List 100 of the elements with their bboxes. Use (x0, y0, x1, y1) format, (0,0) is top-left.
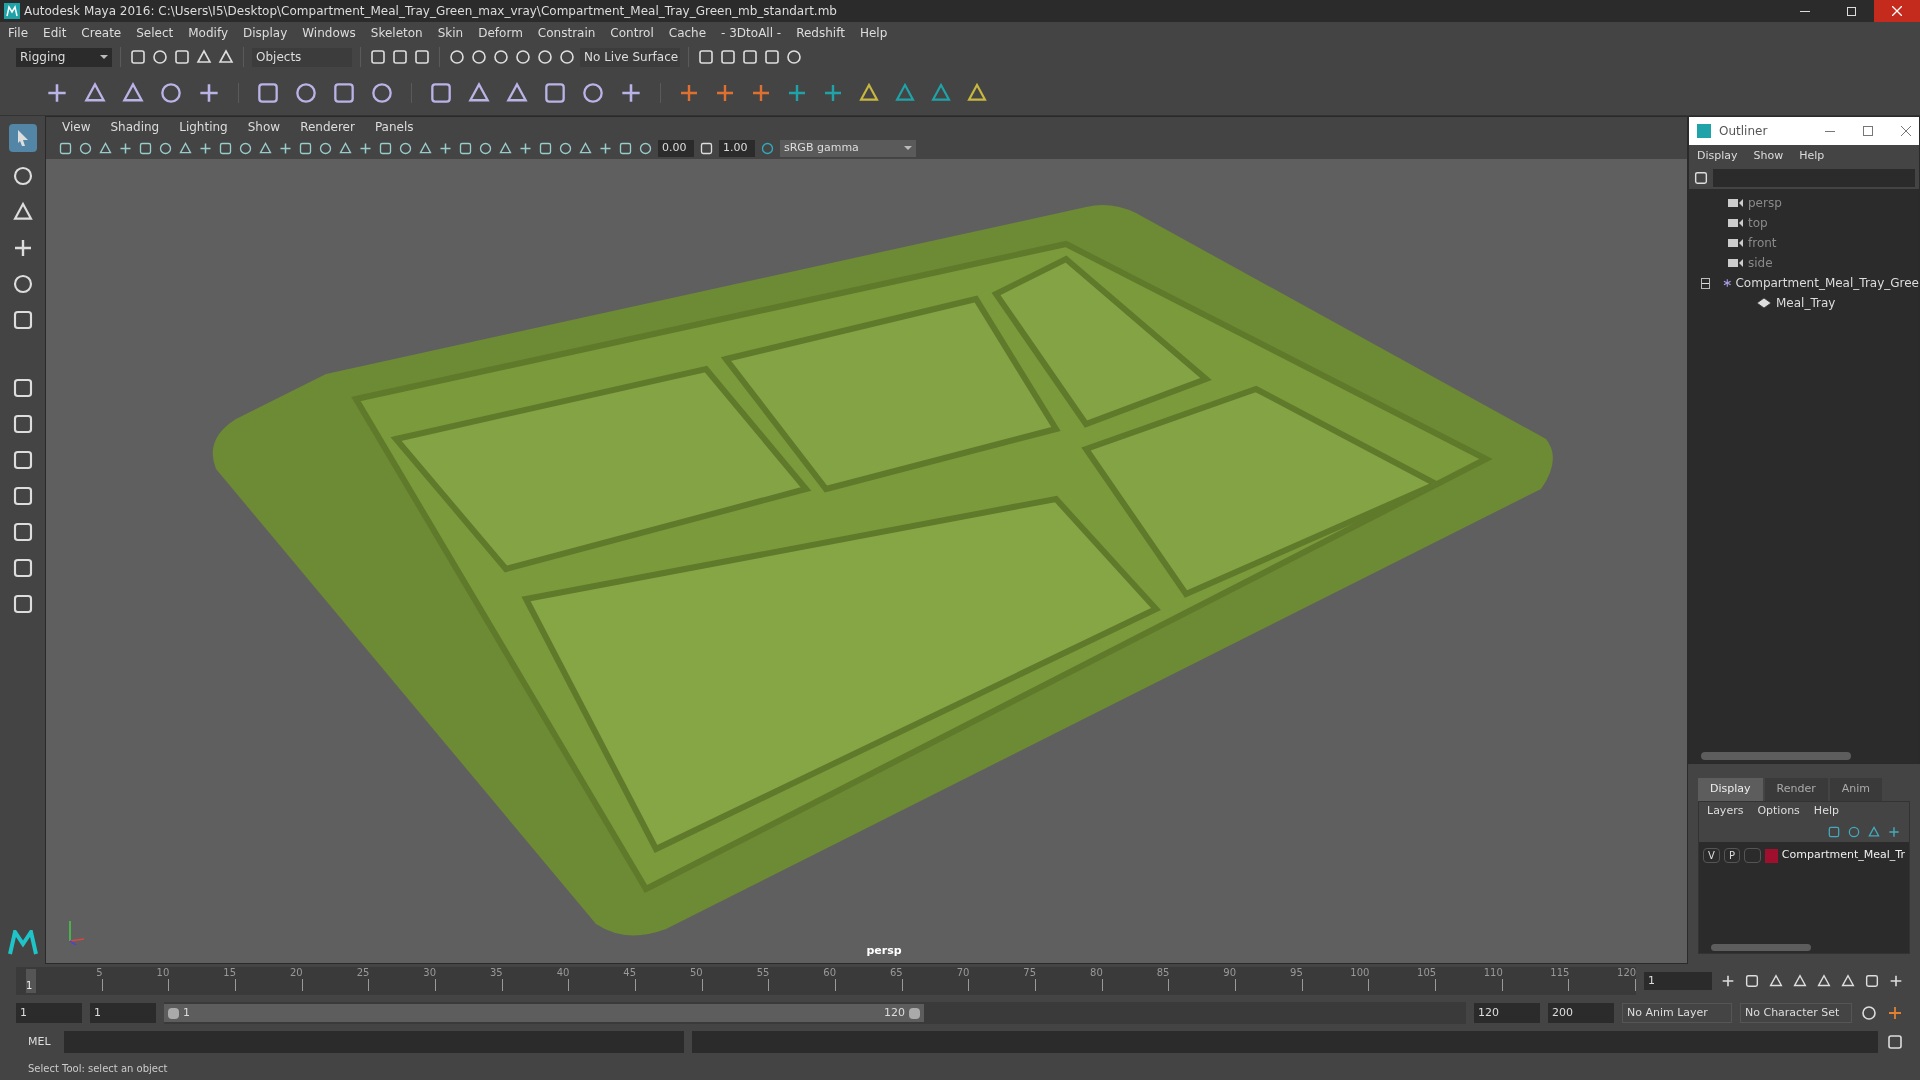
layer-color-swatch[interactable] (1765, 848, 1778, 863)
layer-tab[interactable]: Render (1764, 778, 1828, 801)
frame-tick-label: 75 (1023, 967, 1037, 979)
layer-tab[interactable]: Anim (1829, 778, 1882, 801)
menu-item[interactable]: Constrain (537, 24, 596, 42)
command-language-label[interactable]: MEL (16, 1033, 56, 1051)
menu-item[interactable]: Skeleton (370, 24, 423, 42)
outliner-item[interactable]: Meal_Tray (1776, 294, 1836, 312)
frame-tick-label: 65 (890, 967, 903, 979)
menu-item[interactable]: Redshift (796, 24, 845, 42)
menu-item[interactable]: Deform (478, 24, 523, 42)
menu-item[interactable]: Edit (43, 24, 67, 42)
playback-toggle[interactable]: P (1723, 848, 1741, 863)
menu-item[interactable]: Select (136, 24, 174, 42)
start-frame-field[interactable]: 1 (16, 1003, 82, 1023)
gamma-field[interactable]: 1.00 (719, 139, 755, 157)
minimize-icon[interactable] (1825, 130, 1835, 132)
outliner-menu-item[interactable]: Display (1697, 147, 1738, 165)
app-logo-icon (1697, 124, 1711, 138)
menu-item[interactable]: File (8, 24, 29, 42)
frame-tick-label: 55 (756, 967, 770, 979)
end-frame-field[interactable]: 200 (1548, 1003, 1614, 1023)
playback-end-field[interactable]: 120 (1474, 1003, 1540, 1023)
outliner-item[interactable]: Compartment_Meal_Tray_Gree (1735, 274, 1919, 292)
app-logo-icon (4, 3, 20, 19)
command-input-field[interactable] (64, 1031, 684, 1053)
camera-icon (1728, 238, 1744, 248)
camera-icon (1728, 218, 1744, 228)
app-logo-icon (7, 930, 38, 956)
frame-tick-label: 45 (623, 967, 637, 979)
outliner-item[interactable]: persp (1748, 194, 1782, 212)
maximize-icon[interactable] (1863, 126, 1873, 136)
frame-tick-label: 10 (156, 967, 170, 979)
panel-menu-item[interactable]: Show (247, 118, 281, 136)
outliner-item[interactable]: top (1748, 214, 1768, 232)
panel-menu-item[interactable]: View (62, 118, 91, 136)
layer-menu-item[interactable]: Help (1813, 803, 1839, 820)
menu-item[interactable]: Create (81, 24, 122, 42)
menu-item[interactable]: Skin (437, 24, 464, 42)
layer-menu-item[interactable]: Layers (1707, 803, 1744, 820)
anim-layer-dropdown[interactable]: No Anim Layer (1622, 1003, 1732, 1023)
panel-menu-item[interactable]: Lighting (179, 118, 228, 136)
mesh-icon (1756, 297, 1772, 309)
menu-item[interactable]: Modify (188, 24, 228, 42)
outliner-item[interactable]: front (1748, 234, 1777, 252)
color-space-dropdown[interactable]: sRGB gamma (780, 139, 916, 157)
panel-menu-item[interactable]: Renderer (300, 118, 355, 136)
frame-tick-label: 35 (489, 967, 503, 979)
window-title: Autodesk Maya 2016: C:\Users\I5\Desktop\Compartment_Meal_Tray_Green_max_vray\Compartment_Meal_Tray_Green_mb_standart.mb (24, 3, 837, 20)
menu-set-dropdown[interactable]: Rigging (16, 47, 112, 67)
character-set-dropdown[interactable]: No Character Set (1740, 1003, 1852, 1023)
frame-tick-label: 70 (956, 967, 970, 979)
menu-item[interactable]: Help (859, 24, 888, 42)
search-field[interactable] (1713, 169, 1915, 187)
reference-toggle[interactable] (1744, 848, 1761, 863)
menu-item[interactable]: Display (243, 24, 288, 42)
camera-label: persp (866, 942, 902, 959)
menu-item[interactable]: Windows (302, 24, 356, 42)
menu-item[interactable]: Cache (668, 24, 707, 42)
panel-menu-item[interactable]: Panels (374, 118, 414, 136)
horizontal-scrollbar[interactable] (1699, 941, 1909, 953)
layer-name[interactable]: Compartment_Meal_Tr (1781, 847, 1905, 864)
frame-tick-label: 5 (96, 967, 103, 979)
select-tool-button[interactable] (8, 124, 37, 152)
frame-tick-label: 20 (289, 967, 303, 979)
frame-tick-label: 80 (1090, 967, 1103, 979)
current-frame-marker[interactable]: 1 (26, 969, 36, 993)
range-slider-bar[interactable]: 1 120 (164, 1004, 924, 1022)
asterisk-icon (1722, 276, 1732, 290)
outliner-item[interactable]: side (1748, 254, 1773, 272)
layer-menu-item[interactable]: Options (1757, 803, 1800, 820)
frame-tick-label: 105 (1417, 967, 1437, 979)
outliner-menu-item[interactable]: Show (1753, 147, 1784, 165)
collapse-toggle-icon[interactable] (1701, 277, 1710, 289)
frame-tick-label: 100 (1350, 967, 1370, 979)
outliner-menu-item[interactable]: Help (1799, 147, 1825, 165)
selection-mode-dropdown[interactable]: Objects (252, 47, 352, 67)
exposure-field[interactable]: 0.00 (658, 139, 694, 157)
current-frame-field[interactable]: 1 (1644, 972, 1712, 990)
menu-item[interactable]: - 3DtoAll - (721, 24, 782, 42)
range-start-handle[interactable] (168, 1007, 179, 1019)
frame-tick-label: 25 (356, 967, 370, 979)
range-end-handle[interactable] (909, 1007, 920, 1019)
frame-tick-label: 60 (823, 967, 837, 979)
playback-start-field[interactable]: 1 (90, 1003, 156, 1023)
panel-menu-item[interactable]: Shading (110, 118, 160, 136)
viewport-canvas[interactable]: persp (46, 159, 1687, 963)
camera-icon (1728, 198, 1744, 208)
horizontal-scrollbar[interactable] (1689, 749, 1919, 763)
frame-tick-label: 120 (1617, 967, 1637, 979)
close-icon[interactable] (1901, 126, 1911, 136)
frame-tick-label: 85 (1156, 967, 1170, 979)
panel-title: Outliner (1719, 123, 1769, 140)
visibility-toggle[interactable]: V (1703, 848, 1720, 863)
frame-tick-label: 30 (423, 967, 437, 979)
help-line: Select Tool: select an object (28, 1061, 168, 1076)
menu-item[interactable]: Control (610, 24, 654, 42)
live-surface-field[interactable]: No Live Surface (580, 47, 680, 67)
layer-tab[interactable]: Display (1698, 778, 1763, 801)
time-slider[interactable]: 1 5 10 15 20 25 30 35 40 45 50 55 60 65 70 75 80 85 90 95 100 105 110 115 120 (16, 967, 1636, 995)
